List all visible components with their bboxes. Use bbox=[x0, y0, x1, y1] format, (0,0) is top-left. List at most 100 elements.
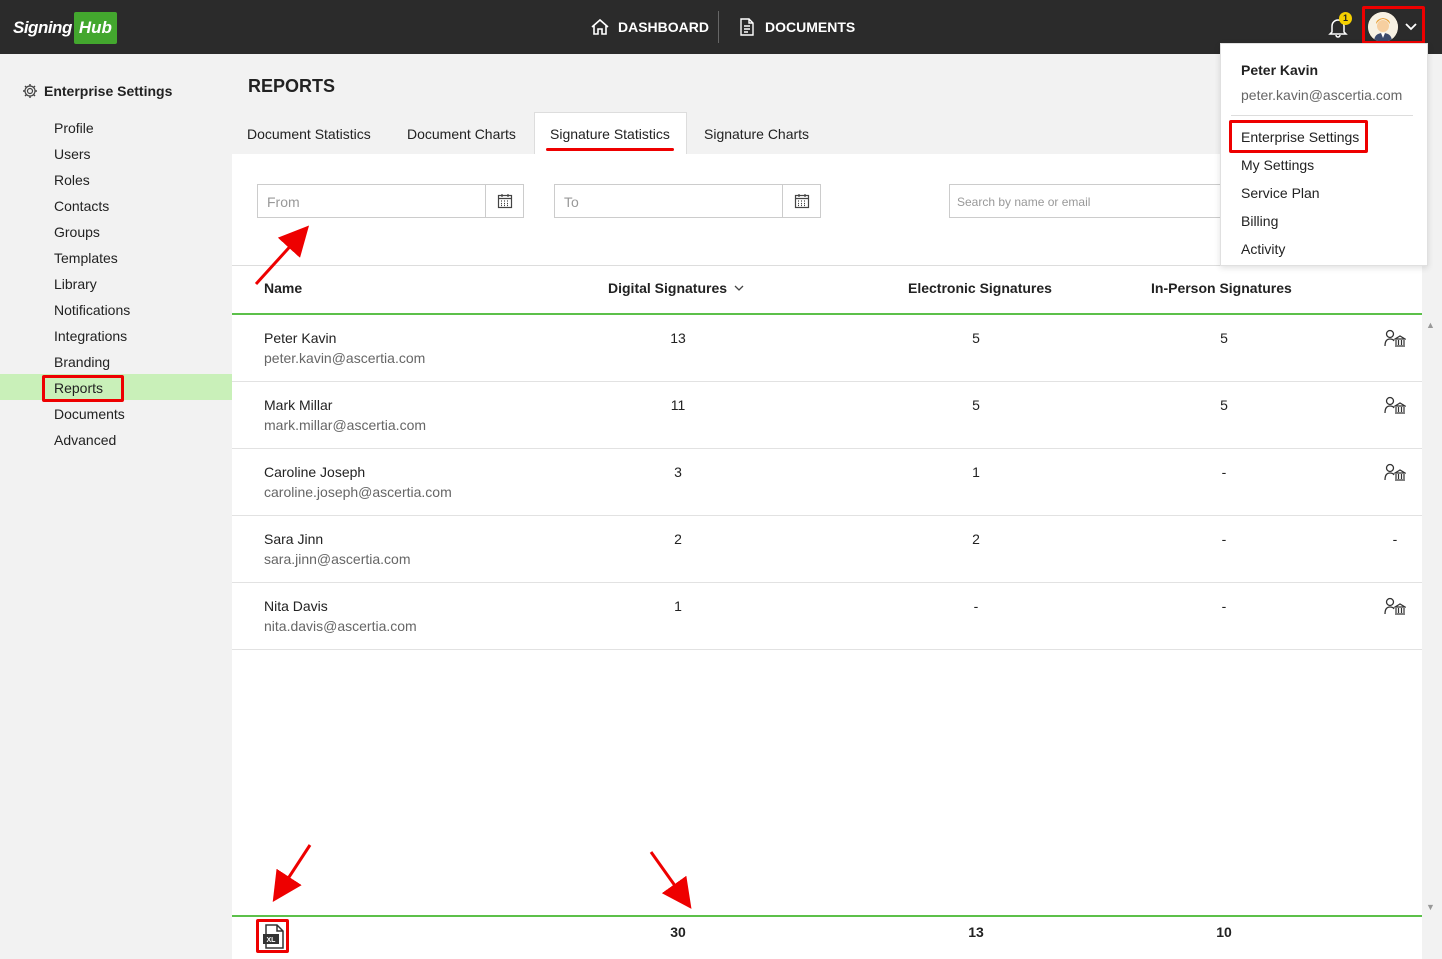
tab-signature-charts[interactable]: Signature Charts bbox=[704, 126, 809, 154]
logo-hub-text: Hub bbox=[73, 12, 117, 44]
row-electronic: 1 bbox=[972, 464, 980, 480]
page-title: REPORTS bbox=[248, 76, 336, 96]
row-inperson: 5 bbox=[1220, 397, 1228, 413]
column-header-digital[interactable]: Digital Signatures bbox=[608, 280, 745, 296]
user-menu: Peter Kavin peter.kavin@ascertia.com Ent… bbox=[1220, 43, 1428, 266]
sidebar-title-label: Enterprise Settings bbox=[44, 83, 173, 99]
from-date-field[interactable]: From bbox=[257, 184, 524, 218]
report-content: From To Search by name or email Name Dig… bbox=[232, 154, 1422, 959]
sidebar-item-branding[interactable]: Branding bbox=[54, 351, 110, 373]
sidebar-item-profile[interactable]: Profile bbox=[54, 117, 94, 139]
sidebar-item-library[interactable]: Library bbox=[54, 273, 97, 295]
row-digital: 3 bbox=[674, 464, 682, 480]
row-email: peter.kavin@ascertia.com bbox=[264, 350, 426, 366]
column-header-electronic[interactable]: Electronic Signatures bbox=[908, 280, 1052, 296]
search-placeholder: Search by name or email bbox=[957, 195, 1091, 209]
home-icon bbox=[591, 18, 609, 35]
nav-documents-label: DOCUMENTS bbox=[765, 19, 856, 35]
sidebar: Enterprise Settings Profile Users Roles … bbox=[0, 54, 232, 959]
signature-detail-icon[interactable] bbox=[1384, 396, 1406, 416]
row-digital: 2 bbox=[674, 531, 682, 547]
signature-detail-icon[interactable] bbox=[1384, 329, 1406, 349]
row-inperson: 5 bbox=[1220, 330, 1228, 346]
sidebar-title: Enterprise Settings bbox=[22, 83, 172, 99]
row-digital: 1 bbox=[674, 598, 682, 614]
table-row[interactable]: Nita Davis nita.davis@ascertia.com 1 - - bbox=[232, 583, 1422, 650]
column-header-inperson[interactable]: In-Person Signatures bbox=[1151, 280, 1292, 296]
sidebar-item-roles[interactable]: Roles bbox=[54, 169, 90, 191]
row-inperson: - bbox=[1221, 531, 1227, 547]
active-tab-underline bbox=[546, 148, 674, 151]
row-digital: 13 bbox=[670, 330, 686, 346]
tab-document-charts[interactable]: Document Charts bbox=[407, 126, 516, 154]
total-inperson: 10 bbox=[1216, 924, 1232, 940]
row-electronic: 2 bbox=[972, 531, 980, 547]
nav-dashboard[interactable]: DASHBOARD bbox=[590, 0, 709, 54]
table-row[interactable]: Caroline Joseph caroline.joseph@ascertia… bbox=[232, 449, 1422, 516]
total-digital: 30 bbox=[670, 924, 686, 940]
sidebar-item-documents[interactable]: Documents bbox=[54, 403, 125, 425]
row-name: Nita Davis bbox=[264, 598, 328, 614]
to-date-field[interactable]: To bbox=[554, 184, 821, 218]
row-electronic: 5 bbox=[972, 330, 980, 346]
sidebar-item-advanced[interactable]: Advanced bbox=[54, 429, 116, 451]
gear-icon bbox=[23, 84, 37, 98]
sidebar-item-templates[interactable]: Templates bbox=[54, 247, 118, 269]
signature-detail-icon[interactable] bbox=[1384, 463, 1406, 483]
sidebar-item-contacts[interactable]: Contacts bbox=[54, 195, 109, 217]
table-row[interactable]: Peter Kavin peter.kavin@ascertia.com 13 … bbox=[232, 315, 1422, 382]
nav-documents[interactable]: DOCUMENTS bbox=[737, 0, 855, 54]
row-inperson: - bbox=[1221, 464, 1227, 480]
export-highlight-box bbox=[256, 919, 289, 953]
avatar-highlight-box bbox=[1362, 6, 1425, 44]
sidebar-item-notifications[interactable]: Notifications bbox=[54, 299, 130, 321]
menu-item-my-settings[interactable]: My Settings bbox=[1241, 157, 1314, 173]
row-email: nita.davis@ascertia.com bbox=[264, 618, 417, 634]
logo-signing-text: Signing bbox=[13, 18, 72, 37]
from-calendar-button[interactable] bbox=[485, 185, 523, 217]
calendar-icon bbox=[794, 194, 809, 209]
notification-badge: 1 bbox=[1339, 12, 1352, 25]
row-name: Peter Kavin bbox=[264, 330, 337, 346]
menu-user-email: peter.kavin@ascertia.com bbox=[1241, 87, 1403, 103]
calendar-icon bbox=[497, 194, 512, 209]
sidebar-item-integrations[interactable]: Integrations bbox=[54, 325, 127, 347]
scroll-down-arrow[interactable]: ▼ bbox=[1426, 902, 1435, 912]
signinghub-logo[interactable]: Signing Hub bbox=[13, 12, 117, 44]
row-inperson: - bbox=[1221, 598, 1227, 614]
reports-highlight-box bbox=[42, 375, 124, 402]
sidebar-item-groups[interactable]: Groups bbox=[54, 221, 100, 243]
table-row[interactable]: Sara Jinn sara.jinn@ascertia.com 2 2 - - bbox=[232, 516, 1422, 583]
total-electronic: 13 bbox=[968, 924, 984, 940]
sort-chevron-icon bbox=[734, 285, 744, 291]
row-electronic: - bbox=[973, 598, 979, 614]
row-email: sara.jinn@ascertia.com bbox=[264, 551, 411, 567]
document-icon bbox=[740, 18, 754, 36]
row-name: Caroline Joseph bbox=[264, 464, 366, 480]
signature-detail-icon[interactable] bbox=[1384, 597, 1406, 617]
row-name: Sara Jinn bbox=[264, 531, 324, 547]
scrollbar[interactable] bbox=[1422, 154, 1442, 959]
menu-item-billing[interactable]: Billing bbox=[1241, 213, 1278, 229]
row-name: Mark Millar bbox=[264, 397, 333, 413]
enterprise-settings-highlight-box bbox=[1229, 120, 1368, 153]
menu-user-name: Peter Kavin bbox=[1241, 62, 1319, 78]
to-calendar-button[interactable] bbox=[782, 185, 820, 217]
table-footer-green-line bbox=[232, 915, 1422, 917]
row-action-placeholder: - bbox=[1392, 531, 1398, 547]
scroll-up-arrow[interactable]: ▲ bbox=[1426, 320, 1435, 330]
menu-item-activity[interactable]: Activity bbox=[1241, 241, 1285, 257]
nav-dashboard-label: DASHBOARD bbox=[618, 19, 709, 35]
row-email: caroline.joseph@ascertia.com bbox=[264, 484, 452, 500]
from-placeholder: From bbox=[267, 194, 300, 210]
tab-document-statistics[interactable]: Document Statistics bbox=[247, 126, 371, 154]
sidebar-item-users[interactable]: Users bbox=[54, 143, 91, 165]
table-row[interactable]: Mark Millar mark.millar@ascertia.com 11 … bbox=[232, 382, 1422, 449]
search-input[interactable]: Search by name or email bbox=[949, 184, 1239, 218]
column-header-digital-label: Digital Signatures bbox=[608, 280, 728, 296]
nav-divider bbox=[718, 11, 719, 43]
column-header-name[interactable]: Name bbox=[264, 280, 302, 296]
row-electronic: 5 bbox=[972, 397, 980, 413]
menu-item-service-plan[interactable]: Service Plan bbox=[1241, 185, 1320, 201]
to-placeholder: To bbox=[564, 194, 579, 210]
